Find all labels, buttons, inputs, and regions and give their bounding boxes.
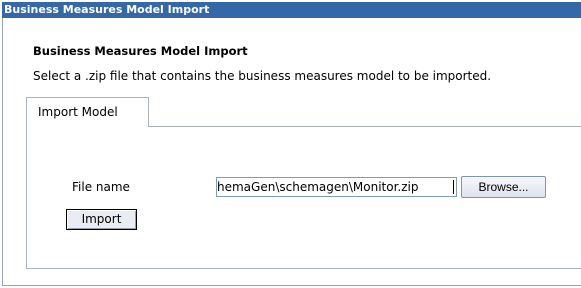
file-name-value: hemaGen\schemagen\Monitor.zip [217, 180, 419, 194]
page-title: Business Measures Model Import [33, 44, 248, 58]
window-title: Business Measures Model Import [2, 2, 581, 18]
import-button[interactable]: Import [66, 209, 137, 230]
file-name-input[interactable]: hemaGen\schemagen\Monitor.zip [216, 177, 457, 197]
page-description: Select a .zip file that contains the bus… [33, 69, 492, 83]
browse-button[interactable]: Browse... [461, 176, 546, 198]
tab-import-model[interactable]: Import Model [26, 97, 149, 127]
file-name-label: File name [72, 180, 130, 194]
text-caret [453, 180, 454, 194]
tab-label: Import Model [38, 105, 118, 119]
